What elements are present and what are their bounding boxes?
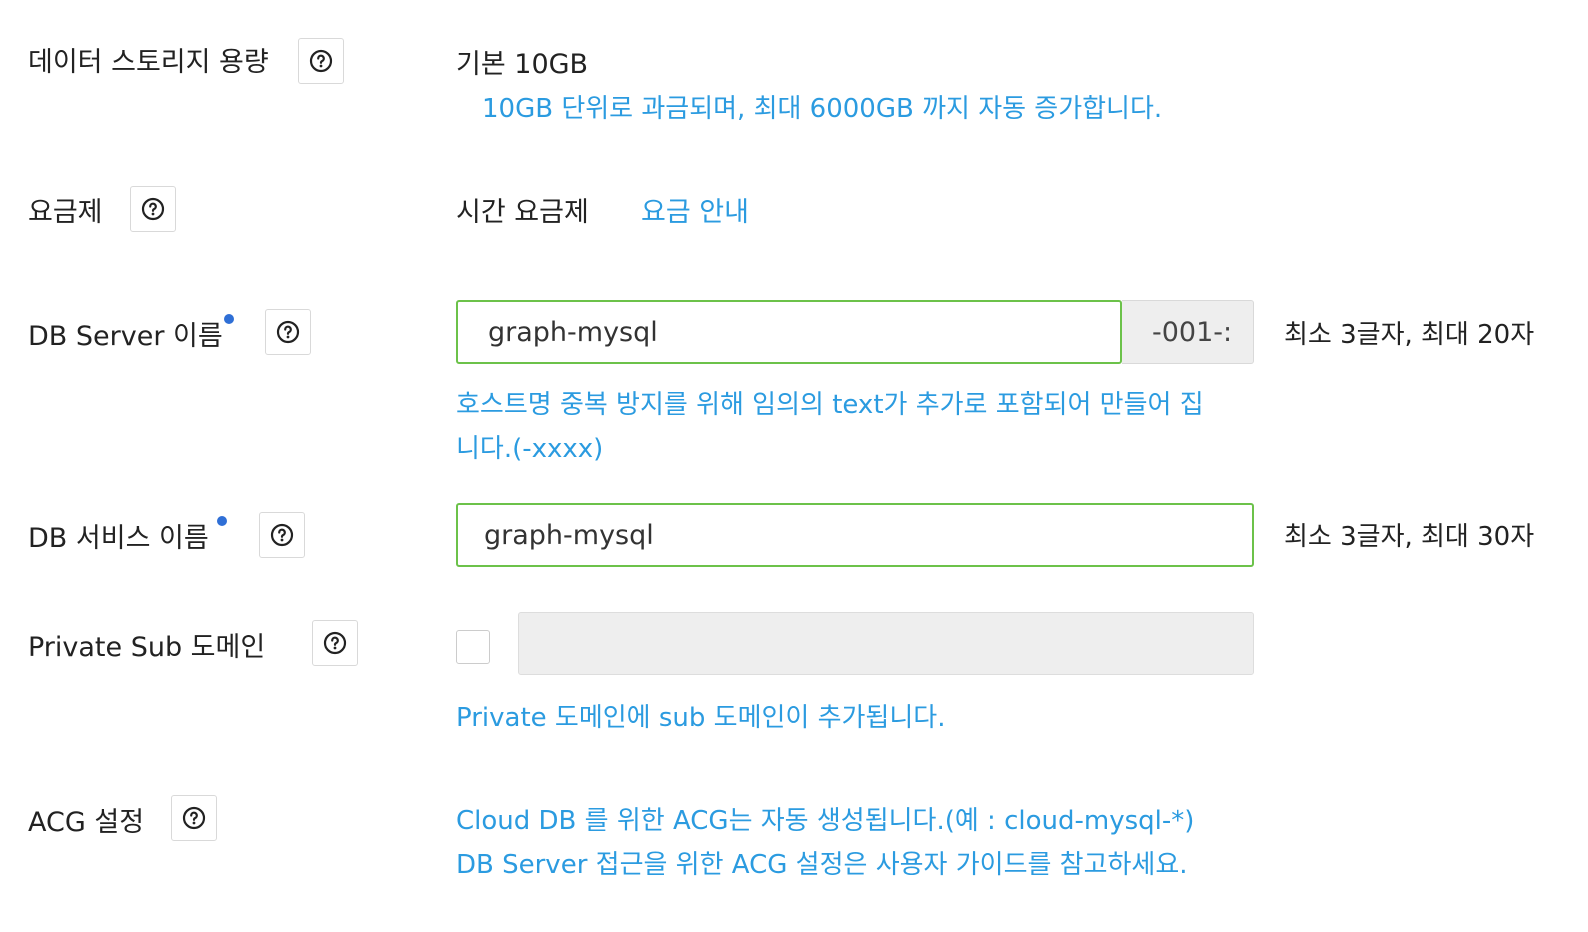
server-name-constraint: 최소 3글자, 최대 20자 [1284, 320, 1535, 350]
acg-note-line2: DB Server 접근을 위한 ACG 설정은 사용자 가이드를 참고하세요. [456, 850, 1188, 880]
private-sub-label: Private Sub 도메인 [28, 632, 266, 663]
question-circle-icon [141, 197, 165, 221]
server-name-note-line1: 호스트명 중복 방지를 위해 임의의 text가 추가로 포함되어 만들어 집 [456, 390, 1204, 420]
question-circle-icon [182, 806, 206, 830]
service-name-input[interactable] [458, 505, 1252, 565]
private-sub-input-wrapper [518, 612, 1254, 675]
server-name-note-line2: 니다.(-xxxx) [456, 434, 604, 464]
server-name-input[interactable] [458, 302, 1120, 362]
service-name-label: DB 서비스 이름 [28, 523, 209, 554]
server-name-suffix-text: -001-: [1152, 316, 1233, 348]
private-sub-help-button[interactable] [312, 620, 358, 666]
required-indicator [217, 516, 227, 526]
server-name-label: DB Server 이름 [28, 321, 223, 352]
pricing-value: 시간 요금제 [456, 197, 589, 228]
pricing-help-button[interactable] [130, 186, 176, 232]
storage-label: 데이터 스토리지 용량 [28, 47, 269, 78]
question-circle-icon [276, 320, 300, 344]
server-name-input-wrapper [456, 300, 1122, 364]
acg-note-line1: Cloud DB 를 위한 ACG는 자동 생성됩니다.(예 : cloud-m… [456, 806, 1195, 836]
server-name-help-button[interactable] [265, 309, 311, 355]
private-sub-checkbox[interactable] [456, 630, 490, 664]
question-circle-icon [270, 523, 294, 547]
private-sub-input[interactable] [519, 613, 1253, 674]
acg-help-button[interactable] [171, 795, 217, 841]
question-circle-icon [323, 631, 347, 655]
storage-help-button[interactable] [298, 38, 344, 84]
storage-value: 기본 10GB [456, 49, 589, 80]
storage-note: 10GB 단위로 과금되며, 최대 6000GB 까지 자동 증가합니다. [482, 94, 1163, 124]
pricing-guide-link[interactable]: 요금 안내 [641, 190, 749, 229]
service-name-help-button[interactable] [259, 512, 305, 558]
pricing-label: 요금제 [28, 197, 103, 228]
private-sub-note: Private 도메인에 sub 도메인이 추가됩니다. [456, 703, 946, 733]
required-indicator [224, 314, 234, 324]
question-circle-icon [309, 49, 333, 73]
server-name-suffix: -001-: [1122, 300, 1254, 364]
service-name-constraint: 최소 3글자, 최대 30자 [1284, 522, 1535, 552]
acg-label: ACG 설정 [28, 807, 145, 838]
service-name-input-wrapper [456, 503, 1254, 567]
